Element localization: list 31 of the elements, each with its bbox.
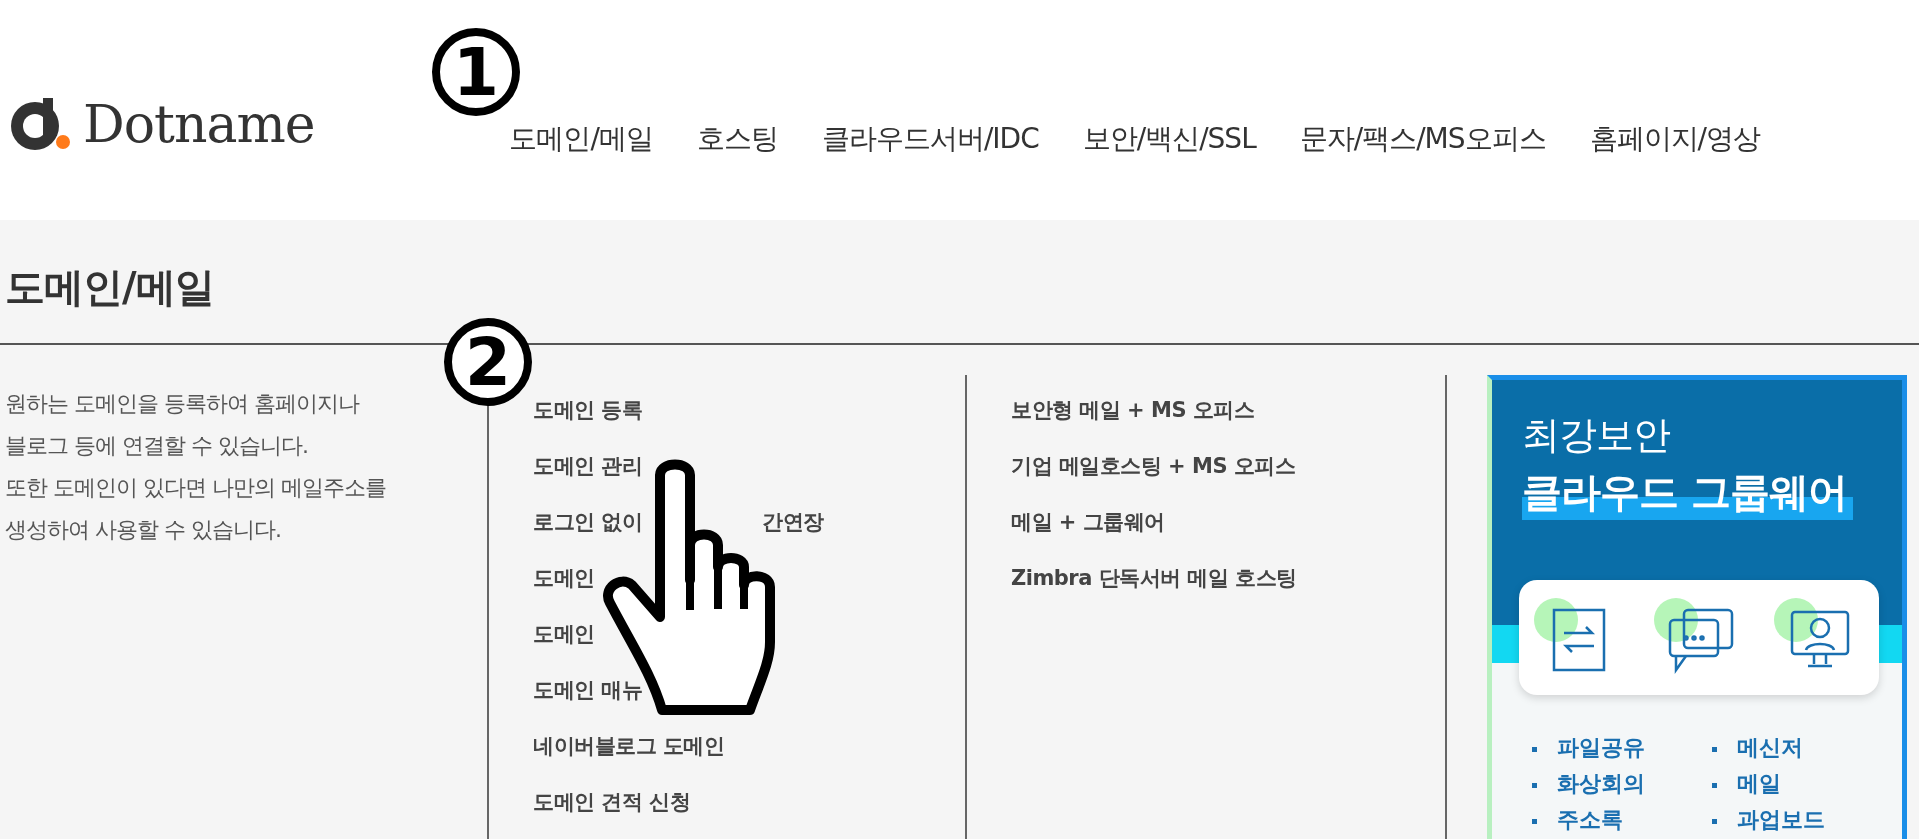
logo-text[interactable]: Dotname: [83, 94, 315, 154]
nav-link[interactable]: 문자/팩스/MS오피스: [1299, 120, 1546, 158]
menu-link[interactable]: 도메인 매뉴: [533, 673, 965, 707]
description-text: 원하는 도메인을 등록하여 홈페이지나 블로그 등에 연결할 수 있습니다. 또한 도메인이 있다면 나만의 메일주소를 생성하여 사용할 수 있습니다.: [4, 390, 387, 544]
menu-link[interactable]: 도메인 관리: [533, 449, 965, 483]
feature-item: 파일공유: [1532, 733, 1712, 763]
menu-link[interactable]: 간연장: [762, 505, 824, 539]
menu-link[interactable]: 기업 메일호스팅 + MS 오피스: [1011, 449, 1445, 483]
menu-link[interactable]: 보안형 메일 + MS 오피스: [1011, 393, 1445, 427]
nav-link[interactable]: 호스팅: [696, 120, 778, 158]
menu-link[interactable]: 도메인 등록: [533, 393, 965, 427]
step-number-marker: 1: [432, 28, 520, 116]
menu-link[interactable]: 도메인: [533, 617, 965, 651]
nav-link[interactable]: 홈페이지/영상: [1589, 120, 1760, 158]
feature-item: 과업보드: [1712, 805, 1862, 835]
menu-link[interactable]: Zimbra 단독서버 메일 호스팅: [1011, 561, 1445, 595]
feature-item: 주소록: [1532, 805, 1712, 835]
feature-item: 화상회의: [1532, 769, 1712, 799]
banner-heading: 최강보안: [1522, 412, 1671, 459]
nav-link[interactable]: 보안/백신/SSL: [1082, 120, 1256, 158]
menu-link[interactable]: 메일 + 그룹웨어: [1011, 505, 1445, 539]
feature-item: 메일: [1712, 769, 1862, 799]
feature-item: 메신저: [1712, 733, 1862, 763]
nav-link[interactable]: 도메인/메일: [509, 120, 653, 158]
menu-link[interactable]: 로그인 없이: [533, 505, 643, 539]
menu-link[interactable]: 네이버블로그 도메인: [533, 729, 965, 763]
menu-link[interactable]: 도메인: [533, 561, 965, 595]
groupware-banner[interactable]: 최강보안 클라우드 그룹웨어 파일공유 메신저 화상회의 메일 주소록 과업보드: [1487, 375, 1907, 839]
nav-link[interactable]: 클라우드서버/IDC: [821, 120, 1039, 158]
section-title: 도메인/메일: [4, 263, 215, 312]
menu-link[interactable]: 도메인 견적 신청: [533, 785, 965, 819]
